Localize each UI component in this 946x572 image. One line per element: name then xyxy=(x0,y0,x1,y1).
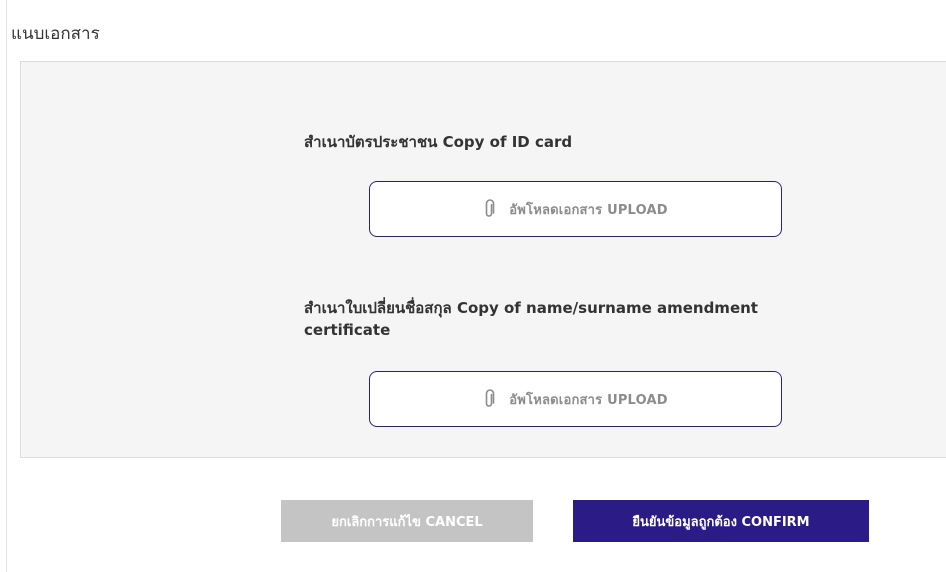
id-card-label: สำเนาบัตรประชาชน Copy of ID card xyxy=(304,133,573,151)
name-change-upload-button[interactable]: อัพโหลดเอกสาร UPLOAD xyxy=(369,371,782,427)
name-change-label: สำเนาใบเปลี่ยนชื่อสกุล Copy of name/surn… xyxy=(304,299,758,339)
paperclip-icon xyxy=(485,389,495,407)
id-card-upload-label: อัพโหลดเอกสาร UPLOAD xyxy=(509,202,668,218)
id-card-upload-button[interactable]: อัพโหลดเอกสาร UPLOAD xyxy=(369,181,782,237)
section-title: แนบเอกสาร xyxy=(11,24,100,44)
confirm-button[interactable]: ยืนยันข้อมูลถูกต้อง CONFIRM xyxy=(573,500,869,542)
cancel-button[interactable]: ยกเลิกการแก้ไข CANCEL xyxy=(281,500,533,542)
paperclip-icon xyxy=(485,199,495,217)
name-change-upload-label: อัพโหลดเอกสาร UPLOAD xyxy=(509,392,668,408)
page-left-rule xyxy=(6,0,7,572)
